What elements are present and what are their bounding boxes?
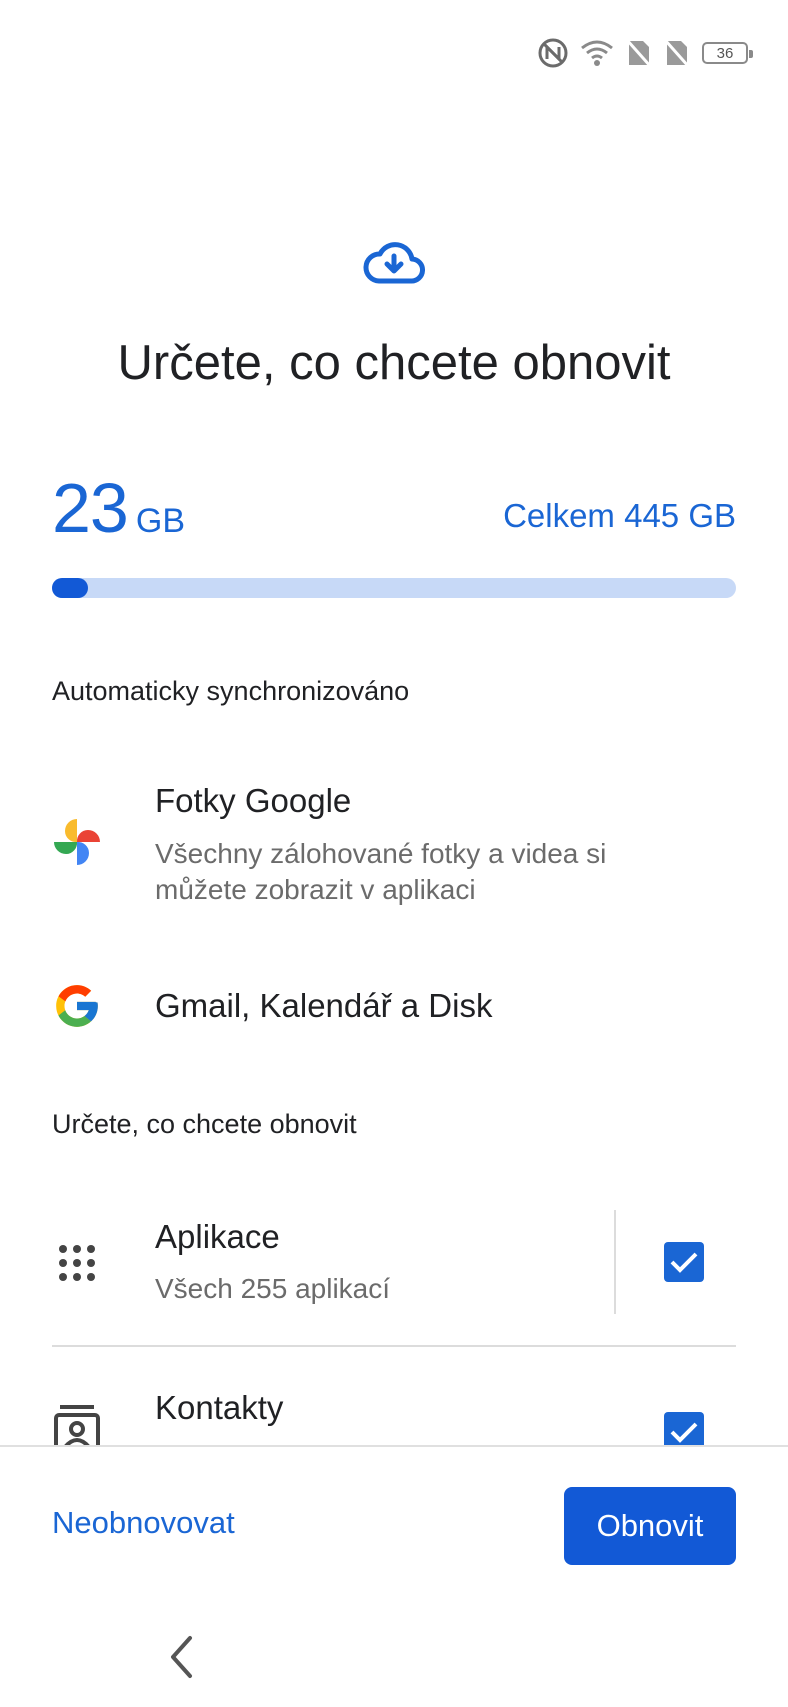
row-divider-vertical (614, 1210, 616, 1314)
apps-subtitle: Všech 255 aplikací (155, 1273, 391, 1304)
battery-icon: 36 (702, 42, 753, 64)
storage-used-unit: GB (135, 502, 185, 540)
google-photos-title: Fotky Google (155, 782, 352, 819)
wifi-icon (580, 39, 614, 67)
storage-used-value: 23 (52, 469, 129, 547)
skip-button[interactable]: Neobnovovat (52, 1505, 235, 1541)
apps-title: Aplikace (155, 1218, 280, 1255)
storage-progress-bar (52, 578, 736, 598)
status-bar: 36 (538, 36, 753, 70)
storage-total: Celkem 445 GB (503, 497, 736, 534)
no-sim-icon (626, 38, 652, 68)
section-label-choose: Určete, co chcete obnovit (52, 1109, 357, 1139)
google-services-title: Gmail, Kalendář a Disk (155, 987, 493, 1024)
footer (0, 1447, 788, 1707)
google-photos-subtitle: Všechny zálohované fotky a videa si může… (155, 838, 607, 905)
cloud-download-icon (363, 240, 425, 291)
no-sim-icon (664, 38, 690, 68)
row-divider (52, 1345, 736, 1347)
google-icon (52, 981, 102, 1036)
storage-progress-fill (52, 578, 88, 598)
google-photos-icon (52, 817, 102, 872)
page-title: Určete, co chcete obnovit (117, 336, 671, 390)
contacts-title: Kontakty (155, 1389, 284, 1426)
storage-used: 23 GB (52, 468, 185, 548)
apps-grid-icon (58, 1244, 96, 1287)
footer-divider (0, 1445, 788, 1447)
apps-checkbox[interactable] (664, 1242, 704, 1282)
section-label-auto-sync: Automaticky synchronizováno (52, 676, 410, 706)
nfc-icon (538, 38, 568, 68)
back-chevron-icon[interactable] (168, 1635, 194, 1684)
restore-button[interactable]: Obnovit (564, 1487, 736, 1565)
